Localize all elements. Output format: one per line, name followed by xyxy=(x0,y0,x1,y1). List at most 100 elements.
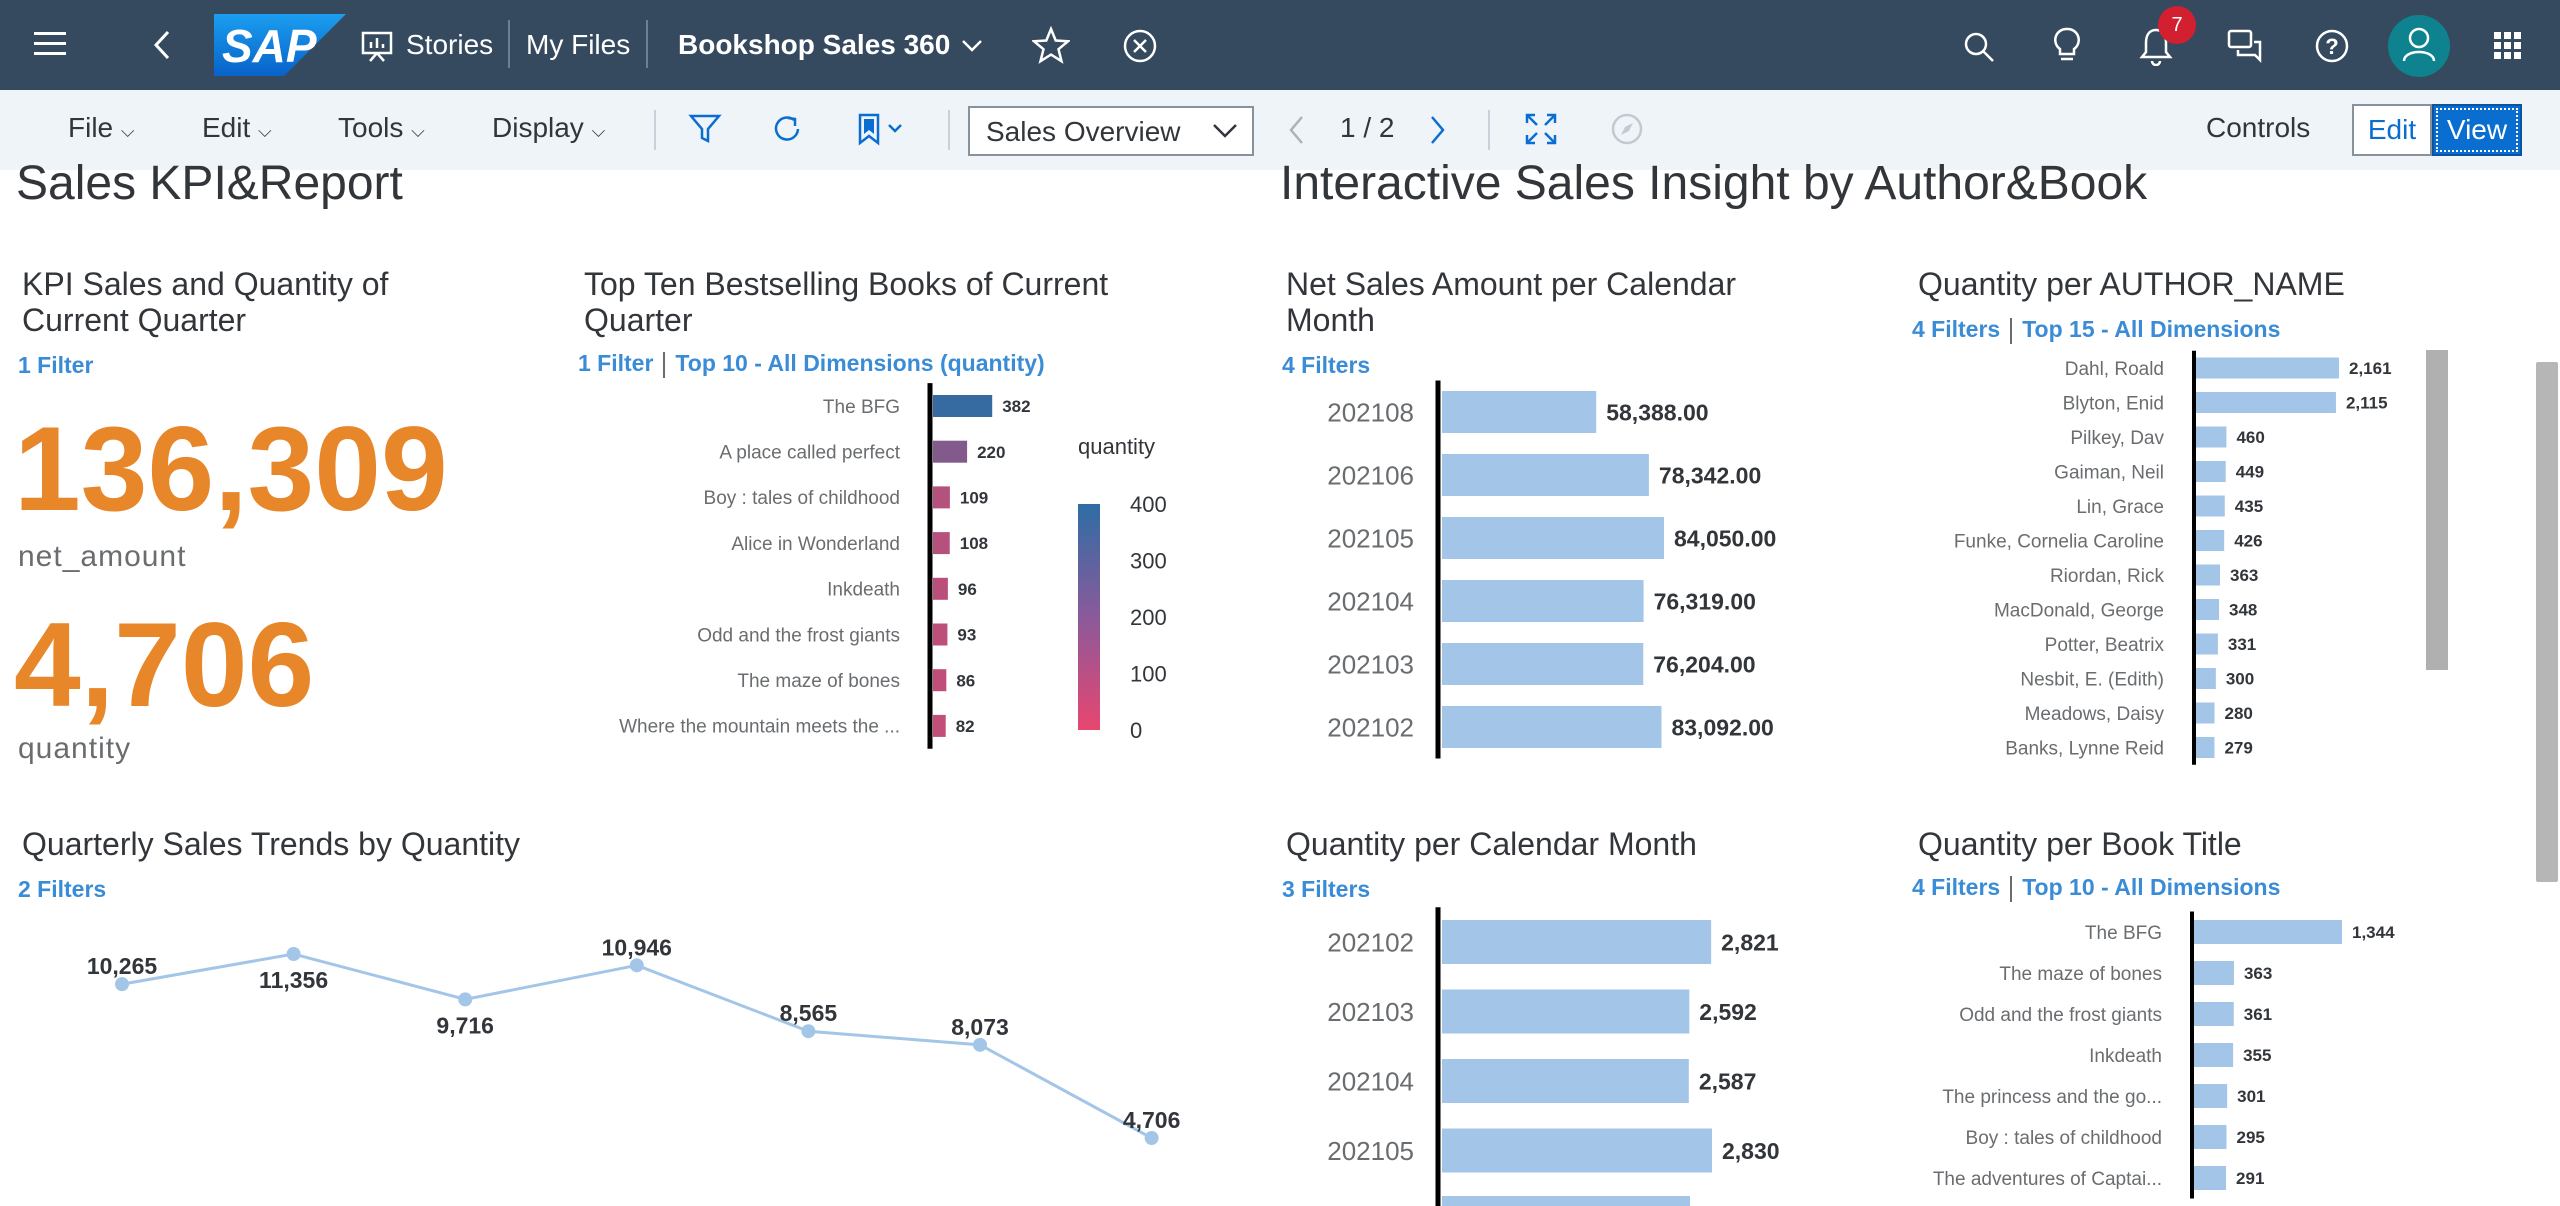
menu-icon[interactable] xyxy=(32,28,68,60)
edit-menu[interactable]: Edit ⌵ xyxy=(202,112,272,144)
net_sales_month-value-label: 58,388.00 xyxy=(1606,399,1708,425)
notification-badge: 7 xyxy=(2158,6,2196,44)
stories-link[interactable]: Stories xyxy=(406,29,493,61)
qty_book-bar xyxy=(2194,1043,2234,1067)
top_ten-bar xyxy=(933,440,968,463)
top_ten-category-label: Alice in Wonderland xyxy=(731,534,900,555)
avatar[interactable] xyxy=(2388,15,2450,77)
display-menu[interactable]: Display ⌵ xyxy=(492,112,605,144)
filter-icon[interactable] xyxy=(688,112,722,146)
qty_author-bar xyxy=(2196,530,2225,551)
top_ten-bar xyxy=(933,714,946,737)
qty_author-bar xyxy=(2196,495,2225,517)
explore-icon[interactable] xyxy=(1610,112,1644,146)
quarterly-point xyxy=(1144,1131,1159,1145)
quarterly-value-label: 4,706 xyxy=(1123,1107,1181,1133)
qty_author-value-label: 363 xyxy=(2230,566,2258,585)
svg-text:?: ? xyxy=(2325,34,2338,59)
view-mode-button[interactable]: View xyxy=(2432,104,2522,156)
grid-icon[interactable] xyxy=(2492,30,2524,62)
fullscreen-icon[interactable] xyxy=(1524,112,1558,146)
qty_author-bar xyxy=(2196,357,2339,379)
quarterly-point xyxy=(286,947,301,961)
quarterly-value-label: 8,073 xyxy=(951,1014,1009,1040)
controls-button[interactable]: Controls xyxy=(2206,112,2310,144)
top_ten-value-label: 96 xyxy=(958,580,977,599)
chevron-down-icon: ⌵ xyxy=(258,121,272,141)
qty_author-bar xyxy=(2196,668,2216,689)
qty_author-value-label: 435 xyxy=(2235,497,2263,516)
top_ten-value-label: 382 xyxy=(1002,397,1030,416)
qty_author-category-label: Blyton, Enid xyxy=(2063,393,2164,414)
sap-logo[interactable]: SAP xyxy=(214,14,346,76)
qty_author-category-label: Dahl, Roald xyxy=(2065,359,2164,380)
qty_book-category-label: Boy : tales of childhood xyxy=(1966,1128,2162,1149)
qty_author-category-label: Meadows, Daisy xyxy=(2025,704,2165,725)
qty_author-category-label: MacDonald, George xyxy=(1994,600,2164,621)
chevron-down-icon xyxy=(1213,124,1237,138)
bookmark-icon[interactable] xyxy=(856,112,908,146)
tools-menu[interactable]: Tools ⌵ xyxy=(338,112,425,144)
previous-page-icon[interactable] xyxy=(1286,114,1308,146)
qty_book-category-label: Inkdeath xyxy=(2089,1046,2162,1067)
net_sales_month-category-label: 202108 xyxy=(1327,397,1414,427)
qty_month-value-label: 2,587 xyxy=(1699,1068,1757,1094)
net_sales_month-category-label: 202104 xyxy=(1327,586,1414,616)
qty_book-value-label: 1,344 xyxy=(2352,923,2395,942)
star-icon[interactable] xyxy=(1032,26,1070,64)
page-indicator: 1 / 2 xyxy=(1340,112,1395,143)
net_sales_month-bar xyxy=(1442,706,1662,748)
qty_book-value-label: 363 xyxy=(2244,964,2272,983)
user-icon xyxy=(2402,27,2436,62)
next-page-icon[interactable] xyxy=(1426,114,1448,146)
refresh-icon[interactable] xyxy=(770,112,804,146)
file-menu[interactable]: File ⌵ xyxy=(68,112,135,144)
chat-icon[interactable] xyxy=(2226,28,2264,64)
quarterly-value-label: 11,356 xyxy=(259,967,328,993)
qty_author-category-label: Riordan, Rick xyxy=(2050,566,2165,587)
help-icon[interactable]: ? xyxy=(2314,28,2350,64)
quarterly-point xyxy=(115,977,129,992)
qty_author-category-label: Funke, Cornelia Caroline xyxy=(1954,531,2164,552)
net_sales_month-category-label: 202103 xyxy=(1327,649,1414,679)
qty_book-bar xyxy=(2194,961,2234,985)
qty_month-category-label: 202103 xyxy=(1327,997,1414,1027)
qty_author-category-label: Nesbit, E. (Edith) xyxy=(2020,669,2164,690)
lightbulb-icon[interactable] xyxy=(2052,26,2082,66)
top_ten-value-label: 220 xyxy=(977,443,1005,462)
qty_month-value-label: 2,821 xyxy=(1721,929,1779,955)
story-title[interactable]: Bookshop Sales 360 xyxy=(678,29,950,61)
qty_author-bar xyxy=(2196,599,2220,620)
qty_author-value-label: 460 xyxy=(2236,428,2264,447)
net_sales_month-value-label: 76,319.00 xyxy=(1654,588,1756,614)
shell-bar: SAP Stories My Files Bookshop Sales 360 … xyxy=(0,0,2560,90)
quarterly-value-label: 9,716 xyxy=(436,1012,494,1038)
qty_author-value-label: 300 xyxy=(2226,670,2254,689)
qty_month-category-label: 202104 xyxy=(1327,1066,1414,1096)
back-icon[interactable] xyxy=(150,28,174,62)
my-files-link[interactable]: My Files xyxy=(526,29,630,61)
top_ten-category-label: The BFG xyxy=(823,397,900,418)
chevron-down-icon[interactable] xyxy=(960,38,984,54)
net_sales_month-bar xyxy=(1442,517,1664,559)
net_sales_month-category-label: 202102 xyxy=(1327,712,1414,742)
qty_month-bar xyxy=(1442,920,1712,964)
qty_month-bar xyxy=(1442,1059,1689,1103)
page-scrollbar[interactable] xyxy=(2536,362,2558,882)
qty_book-category-label: The adventures of Captai... xyxy=(1933,1169,2162,1190)
qty_month-bar-clipped xyxy=(1442,1196,1690,1206)
net_sales_month-category-label: 202106 xyxy=(1327,460,1414,490)
qty_book-value-label: 361 xyxy=(2244,1005,2272,1024)
page-select[interactable]: Sales Overview xyxy=(968,106,1254,156)
net_sales_month-bar xyxy=(1442,454,1649,496)
top_ten-value-label: 82 xyxy=(956,717,975,736)
top_ten-value-label: 86 xyxy=(956,671,975,690)
search-icon[interactable] xyxy=(1962,30,1996,64)
top_ten-value-label: 109 xyxy=(960,489,988,508)
net_sales_month-value-label: 78,342.00 xyxy=(1659,462,1761,488)
net_sales_month-category-label: 202105 xyxy=(1327,523,1414,553)
qty_month-bar xyxy=(1442,989,1690,1034)
edit-mode-button[interactable]: Edit xyxy=(2352,104,2432,156)
top_ten-legend-tick: 0 xyxy=(1130,718,1142,743)
close-circle-icon[interactable] xyxy=(1122,28,1158,64)
